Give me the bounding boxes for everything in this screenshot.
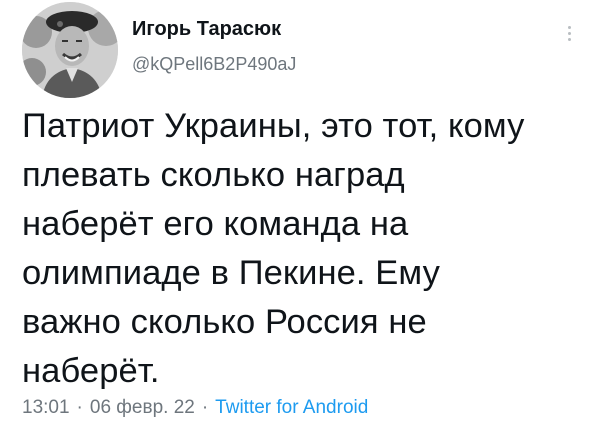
user-display-name[interactable]: Игорь Тарасюк [132,18,281,41]
tweet-meta: 13:01 · 06 февр. 22 · Twitter for Android [22,397,368,419]
user-handle[interactable]: @kQPell6B2P490aJ [132,54,296,75]
avatar[interactable] [22,2,118,98]
more-dot-icon [567,32,571,35]
meta-separator: · [201,397,209,418]
tweet-source-link[interactable]: Twitter for Android [215,397,368,418]
avatar-image [22,2,118,98]
tweet-time[interactable]: 13:01 [22,397,70,418]
tweet-text: Патриот Украины, это тот, кому плевать с… [22,107,525,390]
tweet-date[interactable]: 06 февр. 22 [90,397,195,418]
more-dot-icon [567,38,571,41]
more-vertical-icon[interactable] [562,24,576,48]
meta-separator: · [76,397,83,418]
more-dot-icon [567,26,571,29]
tweet-card: Игорь Тарасюк @kQPell6B2P490aJ Патриот У… [0,0,600,445]
